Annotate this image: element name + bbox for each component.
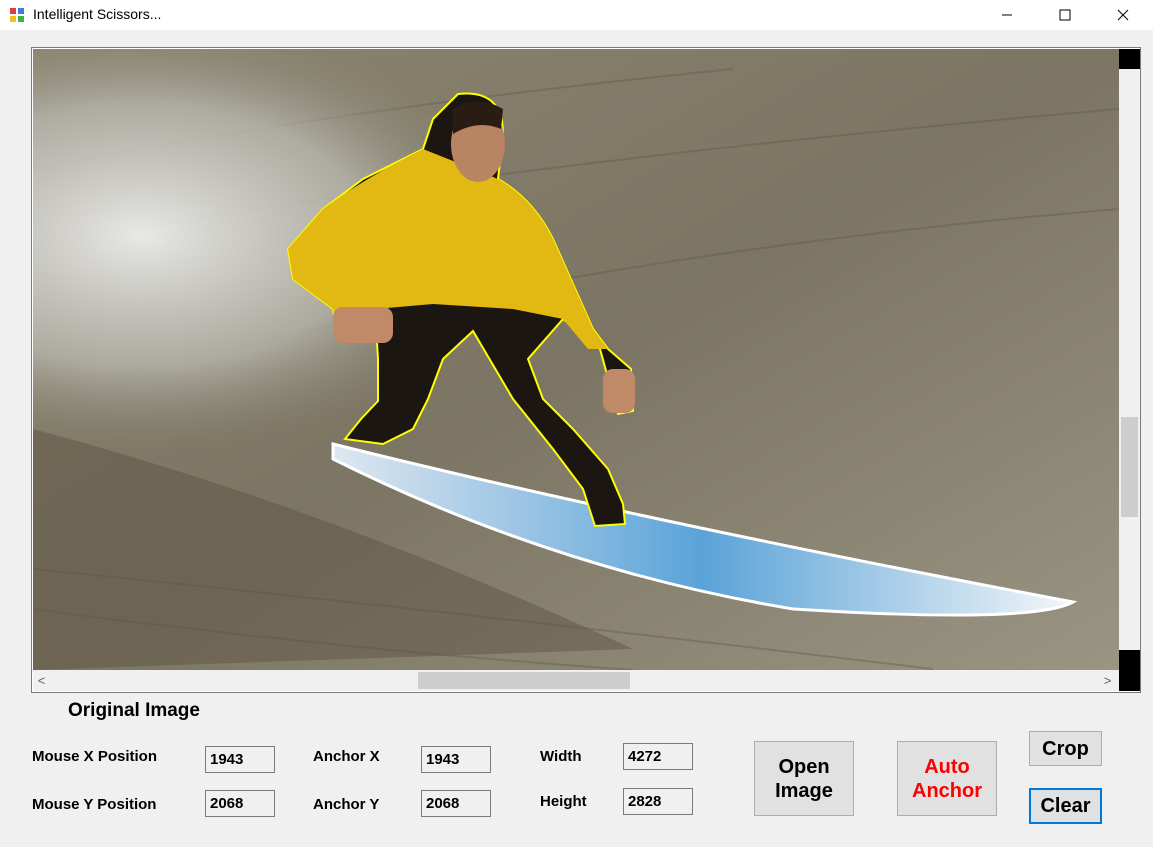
close-icon [1117, 9, 1129, 21]
anchor-y-label: Anchor Y [313, 796, 380, 813]
scrollbar-corner [1119, 670, 1140, 691]
anchor-y-field[interactable]: 2068 [421, 790, 491, 817]
auto-anchor-button[interactable]: Auto Anchor [897, 741, 997, 816]
scrollbar-top-block [1119, 49, 1140, 69]
width-field[interactable]: 4272 [623, 743, 693, 770]
vertical-scrollbar[interactable] [1119, 49, 1140, 670]
mouse-x-label: Mouse X Position [32, 748, 158, 765]
close-button[interactable] [1100, 0, 1146, 30]
scroll-right-arrow-icon[interactable]: > [1099, 670, 1116, 691]
open-image-button-label: Open Image [775, 755, 833, 802]
mouse-x-field[interactable]: 1943 [205, 746, 275, 773]
crop-button-label: Crop [1042, 737, 1089, 760]
window-title: Intelligent Scissors... [33, 6, 162, 22]
anchor-x-label: Anchor X [313, 748, 380, 765]
title-bar: Intelligent Scissors... [0, 0, 1153, 30]
section-title: Original Image [68, 700, 200, 721]
mouse-y-field[interactable]: 2068 [205, 790, 275, 817]
scroll-left-arrow-icon[interactable]: < [33, 670, 50, 691]
crop-button[interactable]: Crop [1029, 731, 1102, 766]
auto-anchor-button-label: Auto Anchor [912, 755, 982, 802]
maximize-button[interactable] [1042, 0, 1088, 30]
app-icon [9, 7, 25, 23]
height-label: Height [540, 793, 587, 810]
clear-button-label: Clear [1040, 795, 1091, 817]
vertical-scroll-thumb[interactable] [1121, 417, 1138, 517]
clear-button[interactable]: Clear [1029, 788, 1102, 824]
open-image-button[interactable]: Open Image [754, 741, 854, 816]
image-canvas[interactable]: < > [31, 47, 1141, 693]
horizontal-scrollbar[interactable]: < > [33, 670, 1119, 691]
width-label: Width [540, 748, 582, 765]
maximize-icon [1059, 9, 1071, 21]
mouse-y-label: Mouse Y Position [32, 796, 157, 813]
scrollbar-bottom-block [1119, 650, 1140, 670]
horizontal-scroll-thumb[interactable] [418, 672, 630, 689]
anchor-x-field[interactable]: 1943 [421, 746, 491, 773]
minimize-button[interactable] [984, 0, 1030, 30]
minimize-icon [1002, 14, 1012, 16]
surfer-photo[interactable] [33, 49, 1119, 670]
height-field[interactable]: 2828 [623, 788, 693, 815]
